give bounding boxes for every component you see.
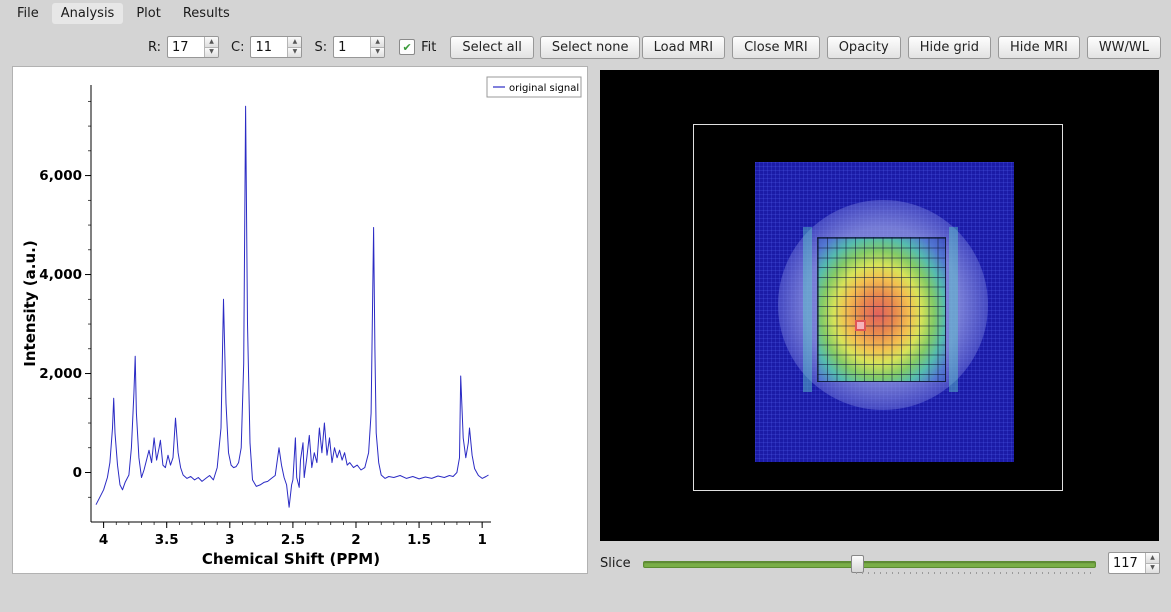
voxel-grid-overlay <box>817 237 946 382</box>
slice-slider-track[interactable] <box>642 561 1096 568</box>
y-tick-label: 2,000 <box>39 366 82 382</box>
y-tick-label: 0 <box>73 465 82 481</box>
spectrum-chart: 4 3.5 3 2.5 2 1.5 1 0 2,000 4,000 6,000 Chemical Sh… <box>21 76 582 568</box>
x-tick-label: 2.5 <box>281 532 305 548</box>
close-mri-button[interactable]: Close MRI <box>732 35 820 59</box>
hide-grid-button[interactable]: Hide grid <box>907 35 991 59</box>
fit-checkbox[interactable]: ✔ <box>399 39 416 55</box>
mri-viewport[interactable] <box>600 70 1159 541</box>
slice-spin-up-icon[interactable]: ▲ <box>371 37 385 47</box>
x-tick-label: 1.5 <box>407 532 431 548</box>
opacity-button[interactable]: Opacity <box>826 35 901 59</box>
slice-number-spinbox[interactable]: ▲ ▼ <box>1108 552 1160 574</box>
x-tick-label: 1 <box>477 532 486 548</box>
load-mri-button[interactable]: Load MRI <box>641 35 726 59</box>
slice-slider-ticks <box>855 572 1094 574</box>
toolbar-right-group: Load MRI Close MRI Opacity Hide grid Hid… <box>641 35 1161 59</box>
menu-plot[interactable]: Plot <box>127 3 170 24</box>
checkbox-check-icon: ✔ <box>402 40 412 54</box>
spectrum-line <box>95 105 489 508</box>
slice-input[interactable] <box>334 37 371 57</box>
y-tick-label: 6,000 <box>39 168 82 184</box>
selected-voxel <box>855 320 866 331</box>
fit-label: Fit <box>421 39 437 55</box>
x-tick-label: 4 <box>99 532 108 548</box>
x-axis-label: Chemical Shift (PPM) <box>202 550 380 568</box>
row-spinner[interactable]: ▲ ▼ <box>167 36 220 58</box>
menu-results[interactable]: Results <box>174 3 239 24</box>
slice-number-down-icon[interactable]: ▼ <box>1146 562 1159 573</box>
slice-number-input[interactable] <box>1109 553 1145 573</box>
mri-image[interactable] <box>755 162 1014 462</box>
col-input[interactable] <box>251 37 288 57</box>
col-spin-down-icon[interactable]: ▼ <box>288 46 302 57</box>
x-tick-label: 3.5 <box>155 532 179 548</box>
toolbar: R: ▲ ▼ C: ▲ ▼ S: ▲ ▼ <box>0 33 1171 61</box>
y-axis-label: Intensity (a.u.) <box>21 240 39 366</box>
menu-file[interactable]: File <box>8 3 48 24</box>
slice-number-up-icon[interactable]: ▲ <box>1146 553 1159 563</box>
slice-spin-down-icon[interactable]: ▼ <box>371 46 385 57</box>
slice-slider[interactable] <box>642 553 1096 574</box>
row-spin-up-icon[interactable]: ▲ <box>205 37 219 47</box>
heatmap-edge-strip-left <box>803 227 812 392</box>
slice-spin-label: S: <box>314 39 328 55</box>
slice-control-row: Slice ▲ ▼ <box>600 550 1160 576</box>
row-input[interactable] <box>168 37 205 57</box>
x-tick-label: 2 <box>351 532 360 548</box>
metabolite-heatmap[interactable] <box>817 237 946 382</box>
select-none-button[interactable]: Select none <box>539 35 641 59</box>
col-label: C: <box>231 39 245 55</box>
slice-label: Slice <box>600 555 631 571</box>
spectrum-plot-panel: 4 3.5 3 2.5 2 1.5 1 0 2,000 4,000 6,000 Chemical Sh… <box>12 66 588 574</box>
row-spin-down-icon[interactable]: ▼ <box>205 46 219 57</box>
slice-slider-handle[interactable] <box>850 555 864 573</box>
menu-analysis[interactable]: Analysis <box>51 2 124 24</box>
heatmap-edge-strip-right <box>949 227 958 392</box>
col-spinner[interactable]: ▲ ▼ <box>250 36 303 58</box>
slice-spinner[interactable]: ▲ ▼ <box>333 36 386 58</box>
ww-wl-button[interactable]: WW/WL <box>1086 35 1161 59</box>
x-tick-label: 3 <box>225 532 234 548</box>
col-spin-up-icon[interactable]: ▲ <box>288 37 302 47</box>
y-tick-label: 4,000 <box>39 267 82 283</box>
select-all-button[interactable]: Select all <box>450 35 534 59</box>
legend-label: original signal <box>509 83 579 94</box>
toolbar-left-group: R: ▲ ▼ C: ▲ ▼ S: ▲ ▼ <box>142 35 641 59</box>
row-label: R: <box>148 39 162 55</box>
menubar: File Analysis Plot Results <box>0 0 1171 26</box>
hide-mri-button[interactable]: Hide MRI <box>997 35 1080 59</box>
